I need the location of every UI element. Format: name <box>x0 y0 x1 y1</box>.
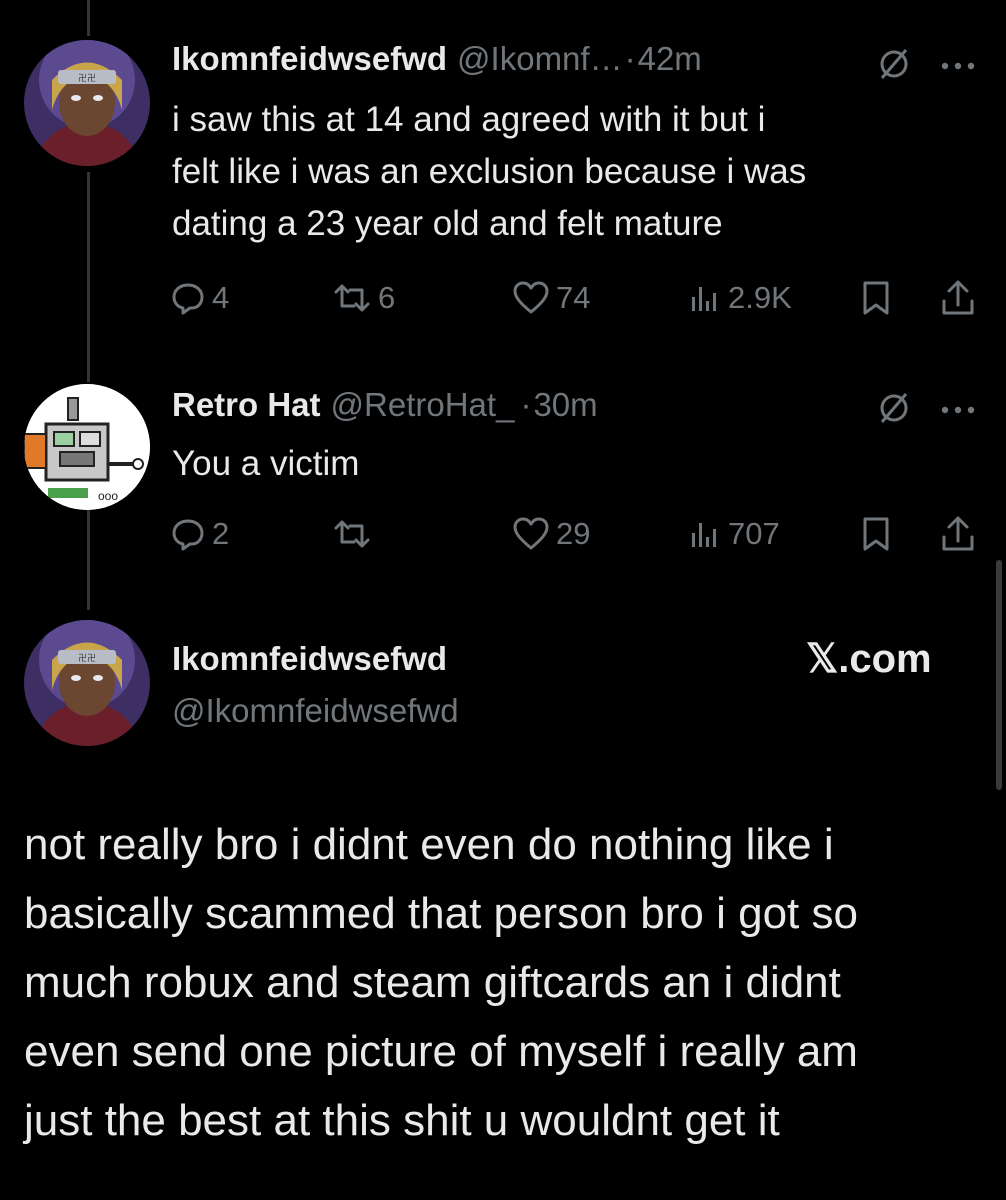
avatar[interactable]: 卍卍 <box>24 620 150 746</box>
thread-line-1 <box>87 172 90 382</box>
reply-count: 2 <box>212 516 230 551</box>
like-count: 29 <box>556 516 591 551</box>
view-count: 2.9K <box>728 280 792 315</box>
views-button[interactable]: 707 <box>688 512 780 556</box>
more-icon[interactable] <box>940 58 976 76</box>
timestamp[interactable]: 42m <box>638 40 702 78</box>
separator-dot: · <box>520 386 532 423</box>
mute-icon[interactable] <box>876 390 912 431</box>
avatar[interactable]: ooo <box>24 384 150 510</box>
share-button[interactable] <box>940 276 976 320</box>
bookmark-button[interactable] <box>860 276 892 320</box>
repost-icon <box>334 284 370 312</box>
display-name[interactable]: Ikomnfeidwsefwd <box>172 640 447 678</box>
thread-line-2 <box>87 510 90 610</box>
separator-dot: · <box>624 40 636 77</box>
like-button[interactable]: 74 <box>512 276 590 320</box>
timestamp[interactable]: 30m <box>533 386 597 424</box>
reply-button[interactable]: 2 <box>170 512 229 556</box>
tweet-header: Retro Hat @RetroHat_ · 30m <box>172 386 598 424</box>
repost-icon <box>334 520 370 548</box>
views-icon <box>692 287 716 311</box>
tweet-header: Ikomnfeidwsefwd @Ikomnf… · 42m <box>172 40 702 78</box>
username[interactable]: @Ikomnfeidwsefwd <box>172 692 459 730</box>
more-icon[interactable] <box>940 402 976 420</box>
tweet-text: i saw this at 14 and agreed with it but … <box>172 94 806 250</box>
views-icon <box>692 523 716 547</box>
tweet-text-line: You a victim <box>172 444 360 483</box>
reply-count: 4 <box>212 280 230 315</box>
post-text-line: just the best at this shit u wouldnt get… <box>24 1096 780 1145</box>
like-count: 74 <box>556 280 591 315</box>
view-count: 707 <box>728 516 780 551</box>
tweet-text: You a victim <box>172 438 359 490</box>
like-button[interactable]: 29 <box>512 512 590 556</box>
post-text-line: even send one picture of myself i really… <box>24 1027 858 1076</box>
reply-button[interactable]: 4 <box>170 276 229 320</box>
mute-icon[interactable] <box>876 46 912 87</box>
bookmark-button[interactable] <box>860 512 892 556</box>
display-name[interactable]: Retro Hat <box>172 386 321 424</box>
avatar[interactable]: 卍卍 <box>24 40 150 166</box>
username[interactable]: @Ikomnf… <box>457 40 623 78</box>
post-text: not really bro i didnt even do nothing l… <box>24 810 984 1155</box>
heart-icon <box>513 517 549 550</box>
x-logo: 𝕏.com <box>806 637 932 681</box>
svg-text:卍卍: 卍卍 <box>78 73 96 83</box>
action-bar: 4 6 74 2.9K <box>170 276 980 320</box>
bookmark-icon <box>863 281 889 315</box>
scrollbar[interactable] <box>996 560 1002 790</box>
repost-button[interactable]: 6 <box>332 276 395 320</box>
tweet-text-line: i saw this at 14 and agreed with it but … <box>172 100 766 139</box>
bookmark-icon <box>863 517 889 551</box>
tweet-text-line: felt like i was an exclusion because i w… <box>172 152 807 191</box>
username[interactable]: @RetroHat_ <box>331 386 515 424</box>
tweet-text-line: dating a 23 year old and felt mature <box>172 204 723 243</box>
views-button[interactable]: 2.9K <box>688 276 792 320</box>
display-name[interactable]: Ikomnfeidwsefwd <box>172 40 447 78</box>
svg-text:卍卍: 卍卍 <box>78 653 96 663</box>
svg-text:ooo: ooo <box>98 489 118 503</box>
thread-line-top <box>87 0 90 36</box>
share-icon <box>942 280 974 315</box>
reply-icon <box>172 519 204 551</box>
repost-count: 6 <box>378 280 396 315</box>
post-text-line: not really bro i didnt even do nothing l… <box>24 820 834 869</box>
share-button[interactable] <box>940 512 976 556</box>
reply-icon <box>172 283 204 315</box>
post-text-line: much robux and steam giftcards an i didn… <box>24 958 841 1007</box>
post-text-line: basically scammed that person bro i got … <box>24 889 858 938</box>
action-bar: 2 29 707 <box>170 512 980 556</box>
repost-button[interactable] <box>332 512 378 556</box>
share-icon <box>942 516 974 551</box>
heart-icon <box>513 281 549 314</box>
